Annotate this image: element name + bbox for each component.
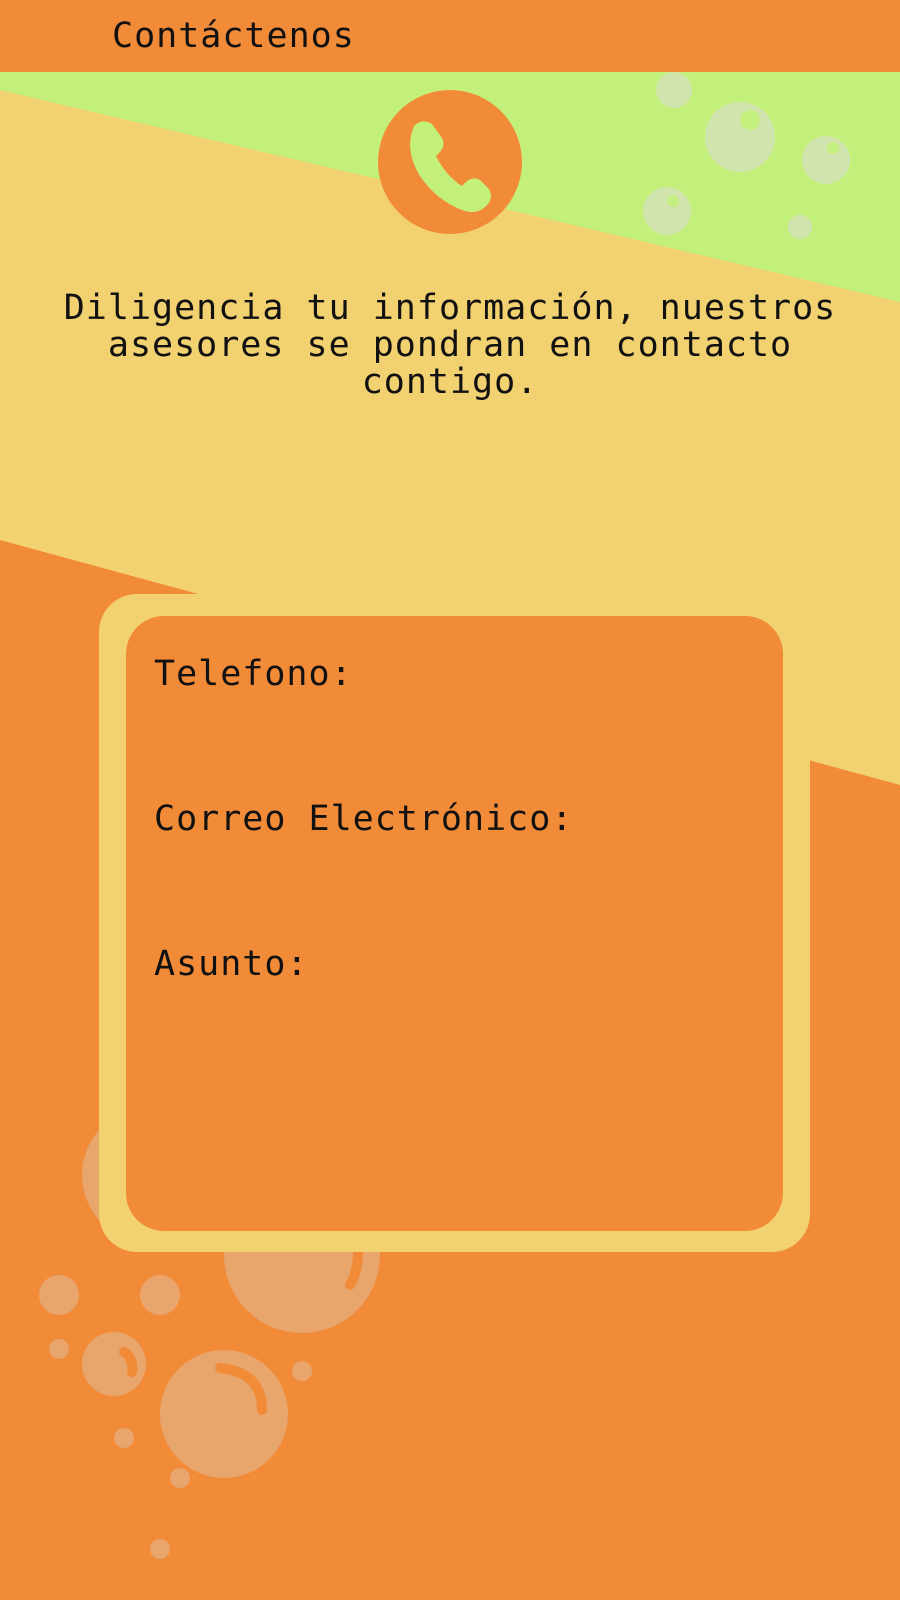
phone-input[interactable] [154, 704, 754, 758]
phone-icon [378, 90, 522, 234]
intro-text: Diligencia tu información, nuestros ases… [63, 288, 837, 402]
email-input[interactable] [154, 849, 754, 903]
subject-textarea[interactable] [154, 996, 754, 1166]
subject-label: Asunto: [154, 944, 309, 984]
email-label: Correo Electrónico: [154, 799, 574, 839]
phone-label: Telefono: [154, 654, 353, 694]
contact-form: Telefono: Correo Electrónico: Asunto: [126, 616, 783, 1231]
app-header: Contáctenos [0, 0, 900, 72]
page-title: Contáctenos [112, 16, 355, 56]
